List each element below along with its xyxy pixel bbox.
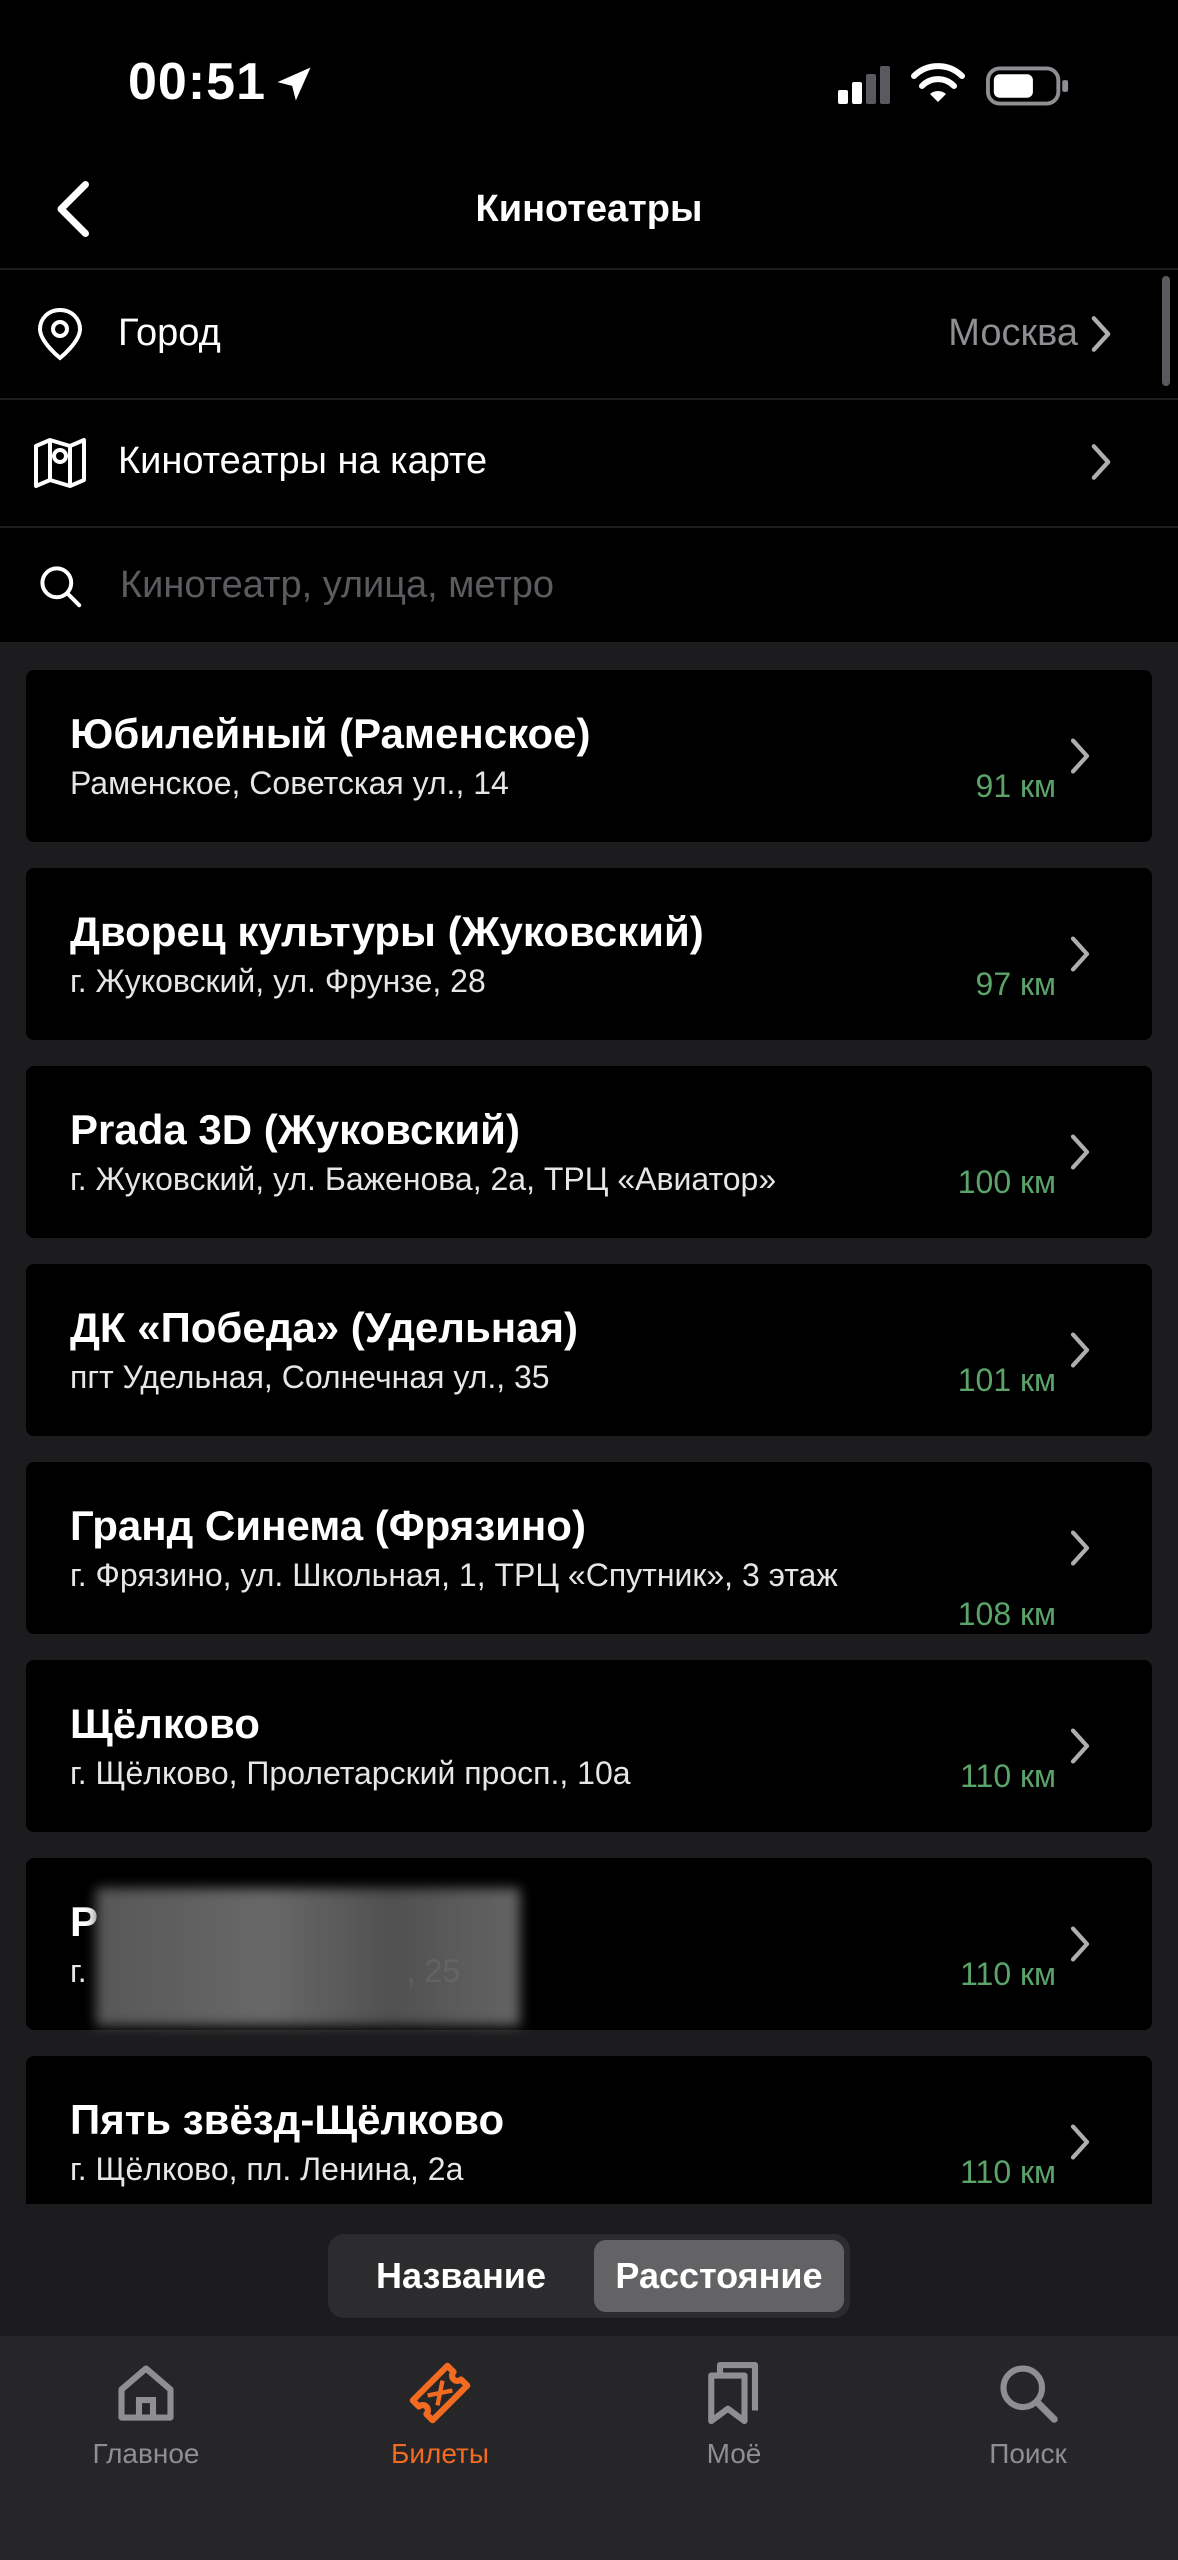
sort-by-distance-button[interactable]: Расстояние: [594, 2240, 844, 2312]
cinema-distance: 91 км: [975, 768, 1056, 804]
cinema-name: Р: [70, 1898, 99, 1945]
cinema-name: ДК «Победа» (Удельная): [70, 1304, 578, 1351]
cinema-list[interactable]: Юбилейный (Раменское) Раменское, Советск…: [0, 642, 1178, 2204]
cinema-distance: 110 км: [960, 1956, 1056, 1992]
bookmarks-icon: [708, 2361, 759, 2425]
cinema-address: Раменское, Советская ул., 14: [70, 765, 509, 801]
chevron-right-icon: [1070, 1332, 1090, 1368]
cellular-signal-icon: [838, 66, 890, 104]
cinema-name: Щёлково: [70, 1700, 260, 1747]
cinema-address: пгт Удельная, Солнечная ул., 35: [70, 1359, 550, 1395]
map-row[interactable]: Кинотеатры на карте: [0, 398, 1178, 528]
map-icon: [34, 438, 86, 488]
search-icon: [1000, 2365, 1058, 2423]
ticket-icon: [409, 2362, 471, 2424]
navigation-bar: Кинотеатры: [0, 150, 1178, 270]
search-input[interactable]: [118, 554, 1122, 616]
chevron-right-icon: [1070, 2124, 1090, 2160]
cinema-distance: 108 км: [957, 1596, 1056, 1632]
city-row[interactable]: Город Москва: [0, 270, 1178, 400]
cinema-address: г. Щёлково, Пролетарский просп., 10а: [70, 1755, 631, 1791]
chevron-right-icon: [1091, 444, 1111, 480]
sort-by-name-button[interactable]: Название: [334, 2240, 588, 2312]
chevron-right-icon: [1091, 316, 1111, 352]
cinema-distance: 97 км: [975, 966, 1056, 1002]
cinema-card[interactable]: Дворец культуры (Жуковский) г. Жуковский…: [26, 868, 1152, 1040]
tab-search[interactable]: Поиск: [918, 2358, 1138, 2508]
wifi-icon: [911, 63, 965, 102]
cinema-distance: 110 км: [960, 2154, 1056, 2190]
status-bar: 00:51: [0, 0, 1178, 150]
cinema-distance: 101 км: [957, 1362, 1056, 1398]
tab-label: Билеты: [391, 2438, 489, 2469]
search-icon: [40, 566, 82, 608]
cinema-card[interactable]: Юбилейный (Раменское) Раменское, Советск…: [26, 670, 1152, 842]
cinema-card[interactable]: Пять звёзд-Щёлково г. Щёлково, пл. Ленин…: [26, 2056, 1152, 2204]
scrollbar-thumb[interactable]: [1162, 276, 1170, 386]
chevron-right-icon: [1070, 1134, 1090, 1170]
status-time: 00:51: [128, 53, 266, 111]
cinema-name: Пять звёзд-Щёлково: [70, 2096, 505, 2143]
city-label: Город: [118, 312, 221, 354]
cinema-card[interactable]: Р г. , 25 110 км: [26, 1858, 1152, 2030]
cinema-name: Юбилейный (Раменское): [70, 710, 591, 757]
chevron-right-icon: [1070, 936, 1090, 972]
tab-label: Поиск: [989, 2438, 1067, 2469]
tab-tickets[interactable]: Билеты: [330, 2358, 550, 2508]
location-pin-icon: [37, 307, 83, 361]
redaction-blur: [96, 1888, 520, 2026]
chevron-right-icon: [1070, 738, 1090, 774]
sort-segmented-control: Название Расстояние: [328, 2234, 850, 2318]
cinema-name: Prada 3D (Жуковский): [70, 1106, 520, 1153]
cinema-name: Гранд Синема (Фрязино): [70, 1502, 586, 1549]
tab-label: Главное: [92, 2438, 200, 2469]
cinema-card[interactable]: Щёлково г. Щёлково, Пролетарский просп.,…: [26, 1660, 1152, 1832]
chevron-right-icon: [1070, 1530, 1090, 1566]
sort-bar: Название Расстояние: [0, 2204, 1178, 2336]
chevron-right-icon: [1070, 1728, 1090, 1764]
tab-home[interactable]: Главное: [36, 2358, 256, 2508]
cinema-card[interactable]: Гранд Синема (Фрязино) г. Фрязино, ул. Ш…: [26, 1462, 1152, 1634]
cinema-card[interactable]: Prada 3D (Жуковский) г. Жуковский, ул. Б…: [26, 1066, 1152, 1238]
page-title: Кинотеатры: [475, 188, 703, 230]
chevron-right-icon: [1070, 1926, 1090, 1962]
search-bar: [0, 526, 1178, 642]
cinema-address: г. Жуковский, ул. Фрунзе, 28: [70, 963, 486, 999]
cinema-address: г. Фрязино, ул. Школьная, 1, ТРЦ «Спутни…: [70, 1557, 838, 1593]
map-label: Кинотеатры на карте: [118, 440, 488, 482]
cinema-address: г. Щёлково, пл. Ленина, 2а: [70, 2151, 464, 2187]
home-icon: [118, 2365, 174, 2421]
tab-my[interactable]: Моё: [624, 2358, 844, 2508]
cinema-card[interactable]: ДК «Победа» (Удельная) пгт Удельная, Сол…: [26, 1264, 1152, 1436]
location-arrow-icon: [277, 67, 311, 101]
battery-icon: [986, 66, 1069, 106]
cinema-distance: 100 км: [957, 1164, 1056, 1200]
cinema-address: г. Жуковский, ул. Баженова, 2а, ТРЦ «Ави…: [70, 1161, 777, 1197]
cinema-name: Дворец культуры (Жуковский): [70, 908, 704, 955]
tab-label: Моё: [706, 2438, 762, 2469]
city-value: Москва: [948, 312, 1078, 354]
tab-bar: Главное Билеты Моё Поиск: [0, 2336, 1178, 2560]
cinema-distance: 110 км: [960, 1758, 1056, 1794]
